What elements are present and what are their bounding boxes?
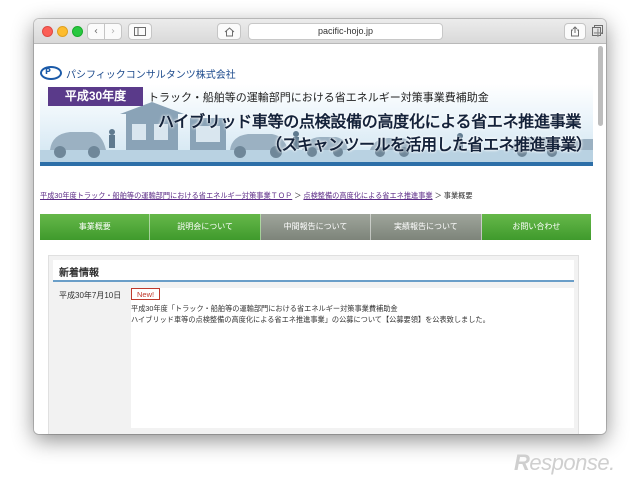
browser-window: ‹ › pacific-hojo.jp P パシフィックコンサルタンツ株式会社 [34,19,606,434]
home-button[interactable] [217,23,241,40]
nav-item-results-report[interactable]: 実績報告について [371,214,482,240]
minimize-window-button[interactable] [57,26,68,37]
new-badge: New! [131,288,161,300]
sidebar-icon [134,27,146,36]
fiscal-year-badge: 平成30年度 [48,87,143,106]
breadcrumb-current: 事業概要 [443,191,473,200]
news-heading: 新着情報 [59,268,99,279]
main-navigation: 事業概要 説明会について 中間報告について 実績報告について お問い合わせ [40,214,592,240]
forward-icon: › [111,26,115,37]
sidebar-button[interactable] [128,23,152,40]
response-watermark: Response. [514,450,615,475]
news-date: 平成30年7月10日 [59,291,122,300]
forward-button[interactable]: › [104,23,122,40]
breadcrumb-separator: ＞ [432,191,444,200]
vertical-scrollbar[interactable] [598,46,604,432]
news-item: New! 平成30年度「トラック・船舶等の運輸部門における省エネルギー対策事業費… [131,288,574,428]
banner-title-line1: ハイブリッド車等の点検設備の高度化による省エネ推進事業 [158,114,582,131]
url-text: pacific-hojo.jp [317,26,374,36]
banner-title-line2: （スキャンツールを活用した省エネ推進事業） [266,137,592,154]
breadcrumb-separator: ＞ [292,191,304,200]
news-header: 新着情報 [53,260,574,282]
company-name: パシフィックコンサルタンツ株式会社 [66,69,236,81]
nav-item-contact[interactable]: お問い合わせ [481,214,592,240]
breadcrumb-link-top[interactable]: 平成30年度トラック・船舶等の運輸部門における省エネルギー対策事業ＴＯＰ [40,191,292,200]
share-icon [571,26,579,37]
nav-item-briefing[interactable]: 説明会について [150,214,261,240]
home-icon [224,27,234,37]
header-banner: 平成30年度 トラック・船舶等の運輸部門における省エネルギー対策事業費補助金 ハ… [40,84,593,166]
close-window-button[interactable] [42,26,53,37]
share-button[interactable] [564,23,586,40]
back-button[interactable]: ‹ [87,23,105,40]
banner-subtitle: トラック・船舶等の運輸部門における省エネルギー対策事業費補助金 [148,92,489,104]
site-logo[interactable]: P パシフィックコンサルタンツ株式会社 [40,64,236,82]
browser-toolbar: ‹ › pacific-hojo.jp [34,19,606,44]
nav-item-interim-report[interactable]: 中間報告について [260,214,372,240]
breadcrumb-link-project[interactable]: 点検整備の高度化による省エネ推進事業 [303,191,432,200]
news-text-line1: 平成30年度「トラック・船舶等の運輸部門における省エネルギー対策事業費補助金 [131,304,398,313]
zoom-window-button[interactable] [72,26,83,37]
scrollbar-thumb[interactable] [598,46,603,126]
breadcrumb: 平成30年度トラック・船舶等の運輸部門における省エネルギー対策事業ＴＯＰ ＞ 点… [40,191,473,201]
news-section: 新着情報 平成30年7月10日 New! 平成30年度「トラック・船舶等の運輸部… [48,255,579,434]
new-tab-button[interactable]: + [590,27,606,41]
page-viewport[interactable]: P パシフィックコンサルタンツ株式会社 平成30年度 トラック・船舶等の運輸部門… [34,44,606,434]
company-logo-icon: P [40,66,62,80]
nav-item-overview[interactable]: 事業概要 [40,214,151,240]
news-text-line2: ハイブリッド車等の点検整備の高度化による省エネ推進事業」の公募について【公募要領… [131,315,490,324]
back-icon: ‹ [94,26,98,37]
address-bar[interactable]: pacific-hojo.jp [248,23,443,40]
